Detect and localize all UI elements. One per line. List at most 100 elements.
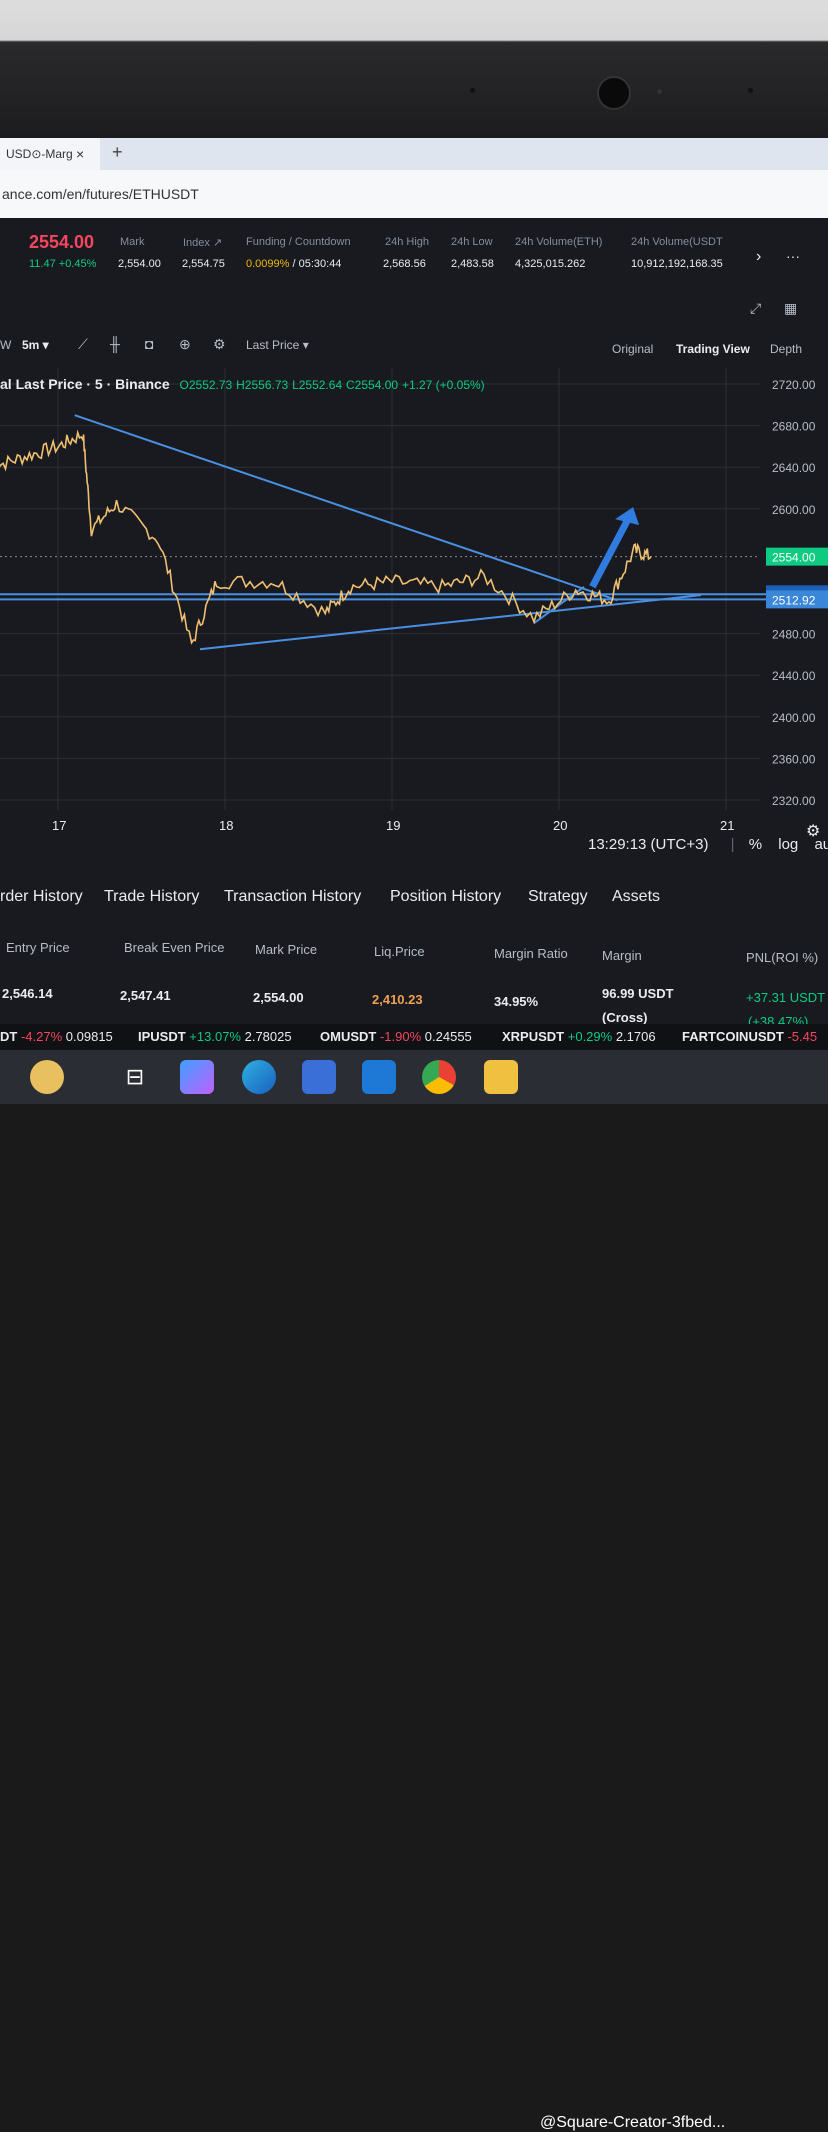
mark-price-value: 2,554.00: [253, 990, 304, 1005]
close-tab-icon[interactable]: ×: [76, 138, 84, 170]
chevron-right-icon[interactable]: ›: [756, 248, 761, 266]
col-liq-price: Liq.Price: [374, 944, 425, 959]
view-tradingview-tab[interactable]: Trading View: [676, 342, 750, 356]
low-value: 2,483.58: [451, 258, 494, 270]
view-depth-tab[interactable]: Depth: [770, 342, 802, 356]
add-indicator-icon[interactable]: ⊕: [179, 336, 191, 353]
scale-percent-button[interactable]: %: [749, 836, 762, 853]
store-icon[interactable]: [302, 1060, 336, 1094]
tab-order-history[interactable]: rder History: [0, 888, 83, 906]
fullscreen-icon[interactable]: ⤢: [750, 300, 761, 317]
y-tick-label: 2400.00: [772, 711, 816, 725]
tab-strategy[interactable]: Strategy: [528, 888, 588, 906]
x-tick-label: 19: [386, 818, 400, 833]
taskbar: ⊟ @Square-Creator-3fbed...: [0, 1050, 828, 2131]
vol-eth-label: 24h Volume(ETH): [515, 236, 603, 248]
trendlines: [0, 414, 828, 651]
browser-tab[interactable]: USD⊙-Marg ×: [0, 138, 100, 170]
marquee-item[interactable]: OMUSDT -1.90% 0.24555: [320, 1029, 472, 1044]
weather-icon[interactable]: [30, 1060, 64, 1094]
scale-log-button[interactable]: log: [778, 836, 798, 853]
col-pnl: PNL(ROI %): [746, 950, 819, 965]
funding-countdown: / 05:30:44: [289, 258, 342, 270]
break-even-value: 2,547.41: [120, 988, 171, 1003]
x-tick-label: 20: [553, 818, 567, 833]
breakout-arrow: [589, 515, 633, 589]
tab-assets[interactable]: Assets: [612, 888, 660, 906]
trading-app: 2554.00 11.47 +0.45% Mark 2,554.00 Index…: [0, 218, 828, 1044]
marquee-item[interactable]: IPUSDT +13.07% 2.78025: [138, 1029, 292, 1044]
margin-value: 96.99 USDT: [602, 986, 674, 1001]
interval-week[interactable]: W: [0, 338, 11, 352]
legend-symbol: al Last Price · 5 · Binance: [0, 376, 170, 392]
chart-footer: 13:29:13 (UTC+3) | % log au: [588, 836, 828, 853]
chrome-icon[interactable]: [422, 1060, 456, 1094]
funding-rate: 0.0099%: [246, 258, 290, 270]
tab-position-history[interactable]: Position History: [390, 888, 501, 906]
bezel-dot: [470, 88, 475, 93]
edge-browser-icon[interactable]: [242, 1060, 276, 1094]
bottom-tabs: rder History Trade History Transaction H…: [0, 878, 828, 918]
address-bar[interactable]: ance.com/en/futures/ETHUSDT: [0, 170, 828, 218]
ticker-marquee: DT -4.27% 0.09815 IPUSDT +13.07% 2.78025…: [0, 1024, 828, 1050]
mark-label: Mark: [120, 236, 145, 248]
y-tick-label: 2720.00: [772, 378, 816, 392]
chart-canvas[interactable]: 2720.002680.002640.002600.002554.002517.…: [0, 368, 828, 868]
scale-auto-button[interactable]: au: [814, 836, 828, 853]
y-tick-label: 2680.00: [772, 420, 816, 434]
candle-type-icon[interactable]: ╫: [110, 336, 120, 352]
index-label[interactable]: Index ↗: [183, 236, 222, 249]
tab-trade-history[interactable]: Trade History: [104, 888, 199, 906]
y-tick-label: 2360.00: [772, 752, 816, 766]
y-tick-label: 2440.00: [772, 669, 816, 683]
price-chart[interactable]: 2720.002680.002640.002600.002554.002517.…: [0, 368, 828, 868]
interval-select[interactable]: 5m ▾: [22, 338, 49, 352]
file-explorer-icon[interactable]: [484, 1060, 518, 1094]
funding-value: 0.0099% / 05:30:44: [246, 258, 341, 270]
legend-high: H2556.73: [236, 378, 289, 392]
y-tick-label: 2320.00: [772, 794, 816, 808]
copilot-icon[interactable]: [180, 1060, 214, 1094]
high-value: 2,568.56: [383, 258, 426, 270]
y-tick-label: 2600.00: [772, 503, 816, 517]
marquee-item[interactable]: XRPUSDT +0.29% 2.1706: [502, 1029, 656, 1044]
tab-transaction-history[interactable]: Transaction History: [224, 888, 361, 906]
col-mark-price: Mark Price: [255, 942, 318, 957]
mail-icon[interactable]: [362, 1060, 396, 1094]
y-tick-label: 2554.00: [772, 551, 816, 565]
indicator-icon[interactable]: ⟋: [78, 336, 88, 353]
layout-grid-icon[interactable]: ▦: [784, 300, 797, 317]
task-view-icon[interactable]: ⊟: [118, 1060, 152, 1094]
liq-price-value: 2,410.23: [372, 992, 423, 1007]
low-label: 24h Low: [451, 236, 493, 248]
legend-open: O2552.73: [179, 378, 233, 392]
browser-tab-bar: USD⊙-Marg × +: [0, 138, 828, 170]
col-entry-price: Entry Price: [6, 940, 70, 955]
last-price-select[interactable]: Last Price ▾: [246, 338, 309, 352]
view-original-tab[interactable]: Original: [612, 342, 653, 356]
y-tick-label: 2640.00: [772, 461, 816, 475]
vol-usdt-label: 24h Volume(USDT: [631, 236, 723, 248]
legend-change: +1.27 (+0.05%): [401, 378, 485, 392]
legend-close: C2554.00: [346, 378, 399, 392]
index-value: 2,554.75: [182, 258, 225, 270]
margin-mode: (Cross): [602, 1010, 648, 1025]
last-price: 2554.00: [29, 232, 95, 252]
y-tick-label: 2480.00: [772, 628, 816, 642]
marquee-item[interactable]: DT -4.27% 0.09815: [0, 1029, 113, 1044]
camera-icon[interactable]: ◘: [145, 336, 153, 352]
marquee-item[interactable]: FARTCOINUSDT -5.45: [682, 1029, 817, 1044]
y-tick-label: 2512.92: [772, 593, 816, 607]
watermark-text: @Square-Creator-3fbed...: [540, 2114, 726, 2131]
x-tick-label: 18: [219, 818, 233, 833]
new-tab-button[interactable]: +: [112, 142, 123, 163]
more-icon[interactable]: ···: [786, 248, 800, 264]
x-tick-label: 17: [52, 818, 66, 833]
y-axis: 2720.002680.002640.002600.002554.002517.…: [766, 378, 828, 808]
settings-gear-icon[interactable]: ⚙: [213, 336, 226, 353]
margin-ratio-value: 34.95%: [494, 994, 539, 1009]
x-tick-label: 21: [720, 818, 734, 833]
descending-trendline: [74, 414, 618, 602]
tab-title: USD⊙-Marg: [6, 147, 73, 161]
laptop-bezel: [0, 0, 828, 140]
